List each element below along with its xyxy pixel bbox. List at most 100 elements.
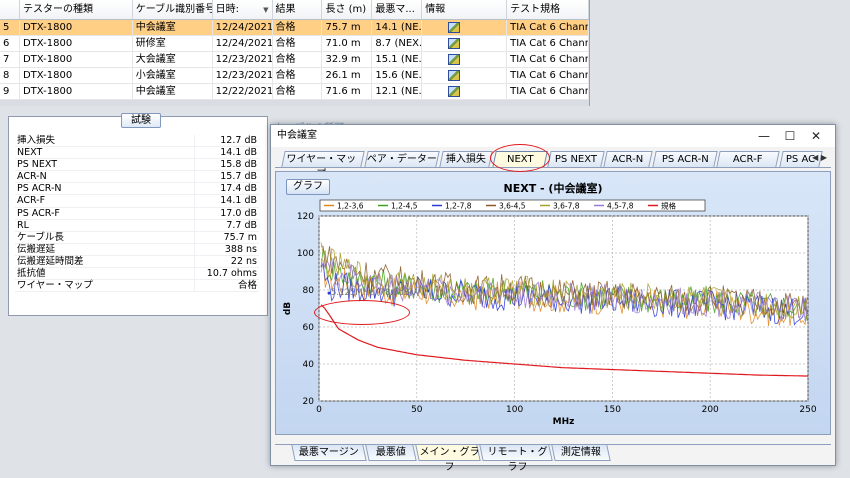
table-cell: 12/24/2021...	[213, 20, 273, 35]
grid-header-cell[interactable]: 日時: ▼	[213, 0, 273, 19]
list-item[interactable]: ACR-F 14.1 dB	[15, 195, 259, 208]
maximize-button[interactable]: ☐	[777, 125, 803, 147]
tab-graph-view[interactable]: リモート・グラフ	[479, 445, 553, 473]
sort-arrow-icon[interactable]: ▼	[263, 0, 268, 19]
list-item[interactable]: PS NEXT 15.8 dB	[15, 159, 259, 172]
table-cell: 5	[0, 20, 20, 35]
table-cell: 12/22/2021...	[213, 84, 273, 99]
x-tick-label: 0	[316, 405, 322, 415]
list-item[interactable]: PS ACR-N 17.4 dB	[15, 183, 259, 196]
grid-header-cell[interactable]: ケーブル識別番号	[133, 0, 213, 19]
minimize-button[interactable]: —	[751, 125, 777, 147]
list-item[interactable]: 挿入損失 12.7 dB	[15, 135, 259, 148]
grid-header-cell[interactable]: 情報	[422, 0, 508, 19]
test-value: 388 ns	[224, 243, 257, 255]
tab-graph-view[interactable]: 最悪値	[365, 445, 417, 461]
graph-report-icon[interactable]	[448, 86, 461, 97]
tab-label: リモート・グラフ	[487, 447, 548, 473]
info-cell	[422, 68, 508, 83]
table-row[interactable]: 6DTX-1800研修室12/24/2021...合格71.0 m8.7 (NE…	[0, 36, 589, 52]
table-cell: 26.1 m	[322, 68, 373, 83]
x-tick-label: 50	[411, 405, 423, 415]
test-value: 15.8 dB	[220, 159, 257, 171]
tab-graph-view[interactable]: 最悪マージン	[291, 445, 367, 461]
test-name: ワイヤー・マップ	[15, 280, 195, 292]
tab-label: ペア・データー	[366, 154, 437, 165]
list-item[interactable]: 抵抗値 10.7 ohms	[15, 268, 259, 281]
table-cell: 8.7 (NEX...	[372, 36, 423, 51]
y-tick-label: 120	[297, 212, 314, 222]
tab-label: ACR-N	[612, 154, 644, 165]
close-button[interactable]: ✕	[803, 125, 829, 147]
tab-graph-view[interactable]: メイン・グラフ	[415, 445, 481, 473]
table-row[interactable]: 7DTX-1800大会議室12/23/2021...合格32.9 m15.1 (…	[0, 52, 589, 68]
tab-measurement[interactable]: PS NEXT	[547, 151, 605, 167]
list-item[interactable]: 伝搬遅延時間差 22 ns	[15, 255, 259, 269]
table-cell: 71.0 m	[322, 36, 373, 51]
table-cell: TIA Cat 6 Channel	[507, 52, 589, 67]
tab-measurement[interactable]: ペア・データー	[364, 151, 440, 167]
table-cell: 9	[0, 84, 20, 99]
grid-header-cell[interactable]: テスターの種類	[20, 0, 133, 19]
highlight-ring-next-tab	[490, 144, 550, 172]
graph-report-icon[interactable]	[448, 22, 461, 33]
test-value: 14.1 dB	[220, 147, 257, 159]
list-item[interactable]: ACR-N 15.7 dB	[15, 171, 259, 184]
list-item[interactable]: ワイヤー・マップ 合格	[15, 280, 259, 293]
test-value: 12.7 dB	[220, 135, 257, 146]
table-row[interactable]: 5DTX-1800中会議室12/24/2021...合格75.7 m14.1 (…	[0, 20, 589, 36]
tab-measurement[interactable]: 挿入損失	[439, 151, 493, 167]
test-name: PS NEXT	[15, 159, 195, 171]
results-grid: テスターの種類 ケーブル識別番号 日時: ▼ 結果 長さ (m) 最悪マ... 情…	[0, 0, 590, 106]
tab-measurement[interactable]: ACR-F	[716, 151, 780, 167]
x-tick-label: 100	[506, 405, 523, 415]
graph-report-icon[interactable]	[448, 70, 461, 81]
grid-header-cell[interactable]: 結果	[273, 0, 323, 19]
list-item[interactable]: PS ACR-F 17.0 dB	[15, 207, 259, 220]
tab-label: メイン・グラフ	[419, 447, 480, 473]
table-row[interactable]: 9DTX-1800中会議室12/22/2021...合格71.6 m12.1 (…	[0, 84, 589, 100]
test-panel-title: 試験	[121, 113, 161, 128]
test-name: PS ACR-F	[15, 207, 195, 219]
test-value: 7.7 dB	[226, 219, 257, 231]
tab-scroll-arrows-icon[interactable]: ◀ ▶	[812, 153, 827, 162]
list-item[interactable]: ケーブル長 75.7 m	[15, 231, 259, 244]
table-cell: 12/23/2021...	[213, 52, 273, 67]
x-tick-label: 150	[604, 405, 621, 415]
tab-measurement[interactable]: PS ACR-N	[652, 151, 718, 167]
grid-header: テスターの種類 ケーブル識別番号 日時: ▼ 結果 長さ (m) 最悪マ... 情…	[0, 0, 589, 20]
test-name: NEXT	[15, 147, 195, 159]
list-item[interactable]: 伝搬遅延 388 ns	[15, 243, 259, 256]
graph-report-icon[interactable]	[448, 54, 461, 65]
table-cell: DTX-1800	[20, 52, 133, 67]
table-cell: 6	[0, 36, 20, 51]
grid-header-cell[interactable]: テスト規格	[507, 0, 589, 19]
grid-header-cell[interactable]	[0, 0, 20, 19]
table-cell: 15.6 (NE...	[372, 68, 423, 83]
tab-measurement[interactable]: ACR-N	[603, 151, 653, 167]
test-name: 挿入損失	[15, 135, 195, 147]
table-cell: 合格	[273, 52, 323, 67]
table-cell: 合格	[273, 68, 323, 83]
grid-horizontal-scrollbar[interactable]	[0, 100, 589, 106]
tab-graph-view[interactable]: 測定情報	[551, 445, 611, 461]
table-cell: DTX-1800	[20, 84, 133, 99]
table-row[interactable]: 8DTX-1800小会議室12/23/2021...合格26.1 m15.6 (…	[0, 68, 589, 84]
table-cell: 研修室	[133, 36, 213, 51]
table-cell: 12/24/2021...	[213, 36, 273, 51]
graph-report-icon[interactable]	[448, 38, 461, 49]
y-axis-label: dB	[283, 302, 293, 315]
test-name: 伝搬遅延	[15, 243, 195, 255]
grid-header-cell[interactable]: 長さ (m)	[322, 0, 373, 19]
list-item[interactable]: NEXT 14.1 dB	[15, 147, 259, 160]
tab-measurement[interactable]: ワイヤー・マップ	[281, 151, 365, 180]
chart-title: NEXT - (中会議室)	[503, 182, 603, 195]
tab-label: ACR-F	[733, 154, 763, 165]
y-tick-label: 40	[303, 360, 315, 370]
table-cell: TIA Cat 6 Channel	[507, 20, 589, 35]
legend-entry: 1,2-7,8	[445, 202, 472, 211]
list-item[interactable]: RL 7.7 dB	[15, 219, 259, 232]
table-cell: TIA Cat 6 Channel	[507, 36, 589, 51]
grid-header-cell[interactable]: 最悪マ...	[372, 0, 423, 19]
window-titlebar[interactable]: 中会議室 — ☐ ✕	[271, 125, 835, 147]
